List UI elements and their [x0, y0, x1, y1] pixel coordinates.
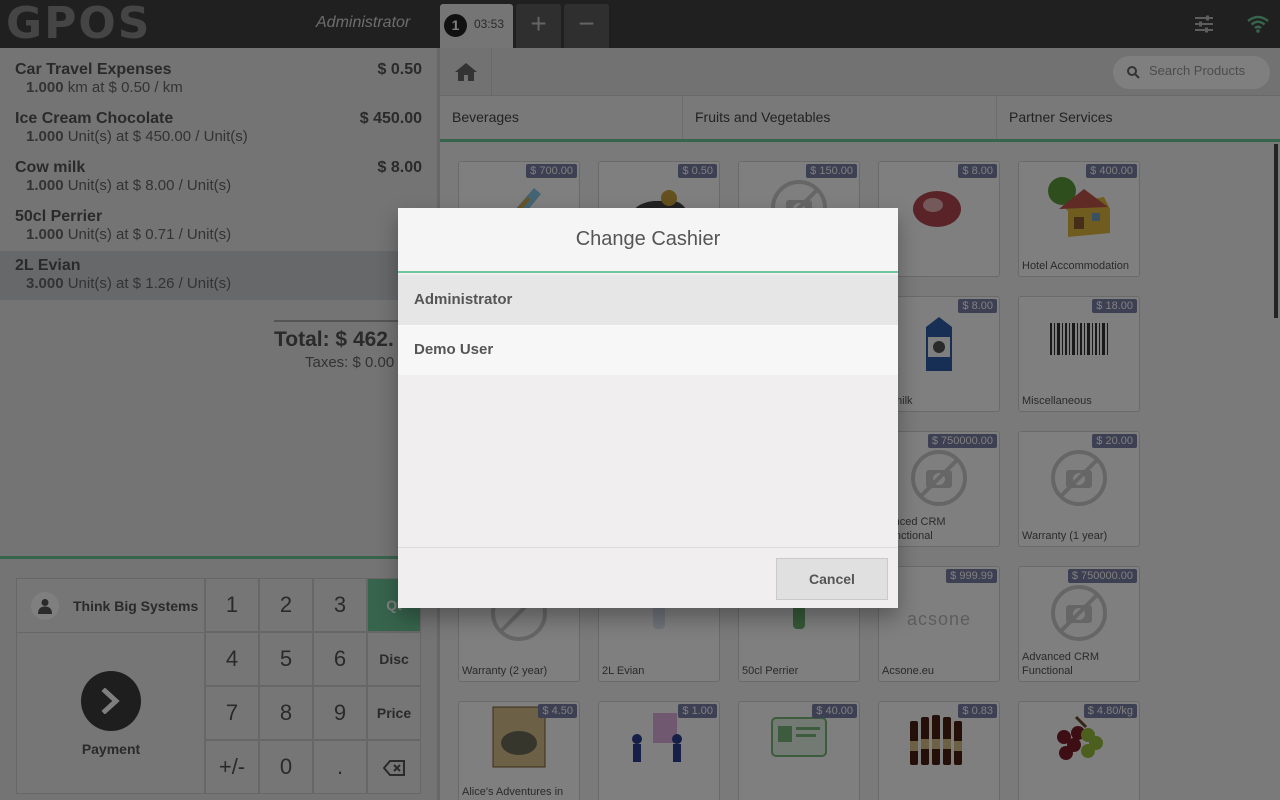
dialog-footer: Cancel [398, 547, 898, 608]
change-cashier-dialog: Change Cashier Administrator Demo User C… [398, 208, 898, 608]
cancel-button[interactable]: Cancel [776, 558, 888, 600]
cashier-option-administrator[interactable]: Administrator [398, 275, 898, 325]
cashier-option-demo-user[interactable]: Demo User [398, 325, 898, 375]
dialog-title: Change Cashier [398, 208, 898, 273]
